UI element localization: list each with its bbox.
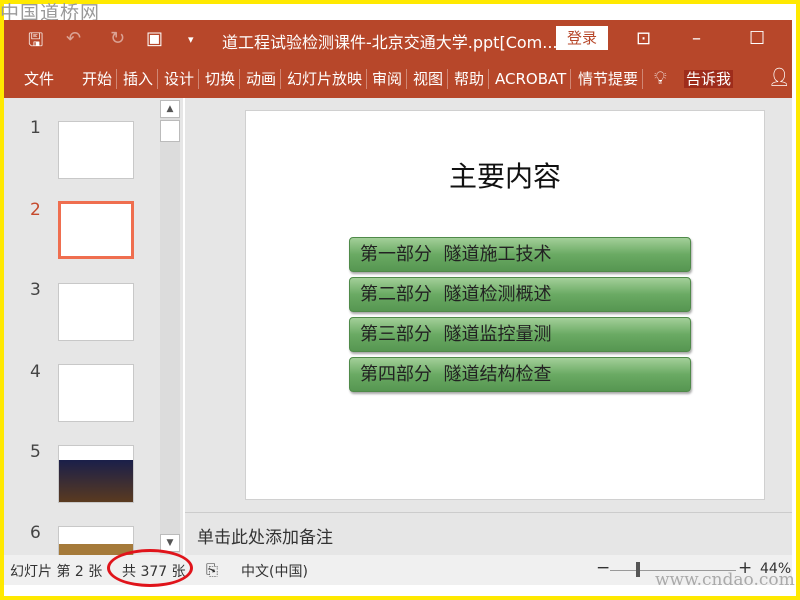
slide-indicator: 幻灯片 第 2 张 bbox=[10, 564, 103, 580]
save-icon[interactable]: 🖫 bbox=[28, 28, 43, 58]
highlight-circle bbox=[107, 549, 193, 587]
slide-thumbnail-1[interactable] bbox=[58, 121, 134, 179]
slide-number: 3 bbox=[30, 280, 41, 300]
share-user-icon[interactable]: 👤︎ bbox=[768, 67, 791, 88]
tell-me-button[interactable]: 告诉我 bbox=[684, 70, 734, 88]
ribbon-display-icon[interactable]: ⊡ bbox=[636, 28, 651, 49]
zoom-slider-thumb[interactable] bbox=[636, 562, 640, 577]
undo-icon[interactable]: ↶ bbox=[66, 28, 81, 49]
redo-icon[interactable]: ↻ bbox=[110, 28, 125, 49]
content-item[interactable]: 第二部分 隧道检测概述 bbox=[349, 277, 691, 312]
tab-view[interactable]: 视图 bbox=[409, 69, 449, 89]
customize-qat-icon[interactable]: ▾ bbox=[188, 33, 194, 46]
content-item[interactable]: 第四部分 隧道结构检查 bbox=[349, 357, 691, 392]
tab-slideshow[interactable]: 幻灯片放映 bbox=[283, 69, 368, 89]
tab-transitions[interactable]: 切换 bbox=[201, 69, 241, 89]
content-item[interactable]: 第三部分 隧道监控量测 bbox=[349, 317, 691, 352]
tab-home[interactable]: 开始 bbox=[78, 69, 118, 89]
title-bar: 🖫 ↶ ↻ ▣ ▾ 道工程试验检测课件-北京交通大学.ppt[Com... 登录… bbox=[4, 20, 792, 60]
tab-insert[interactable]: 插入 bbox=[119, 69, 159, 89]
slide-thumbnail-3[interactable] bbox=[58, 283, 134, 341]
current-slide[interactable]: 主要内容 第一部分 隧道施工技术 第二部分 隧道检测概述 第三部分 隧道监控量测… bbox=[245, 110, 765, 500]
slide-number: 2 bbox=[30, 200, 41, 220]
notes-input[interactable]: 单击此处添加备注 bbox=[185, 512, 792, 555]
slide-editor: 主要内容 第一部分 隧道施工技术 第二部分 隧道检测概述 第三部分 隧道监控量测… bbox=[185, 98, 792, 512]
ribbon-tabs: 文件 开始 插入 设计 切换 动画 幻灯片放映 审阅 视图 帮助 ACROBAT… bbox=[4, 60, 792, 98]
zoom-out-button[interactable]: − bbox=[596, 558, 610, 578]
minimize-icon[interactable]: – bbox=[692, 28, 701, 49]
scroll-thumb[interactable] bbox=[160, 120, 180, 142]
watermark: www.cndao.com bbox=[655, 570, 795, 590]
tab-file[interactable]: 文件 bbox=[20, 69, 58, 89]
window-title: 道工程试验检测课件-北京交通大学.ppt[Com... bbox=[222, 33, 558, 52]
slide-number: 1 bbox=[30, 118, 41, 138]
slide-title: 主要内容 bbox=[448, 160, 561, 193]
tab-design[interactable]: 设计 bbox=[160, 69, 200, 89]
slide-thumbnail-4[interactable] bbox=[58, 364, 134, 422]
thumbnail-pane: 1 2 3 4 5 6 ▲ ▼ bbox=[4, 98, 183, 584]
tab-acrobat[interactable]: ACROBAT bbox=[491, 69, 572, 89]
content-item[interactable]: 第一部分 隧道施工技术 bbox=[349, 237, 691, 272]
tab-storyboard[interactable]: 情节提要 bbox=[574, 69, 644, 89]
login-button[interactable]: 登录 bbox=[556, 26, 608, 50]
slide-thumbnail-2[interactable] bbox=[58, 201, 134, 259]
tab-animations[interactable]: 动画 bbox=[242, 69, 282, 89]
slide-thumbnail-5[interactable] bbox=[58, 445, 134, 503]
slideshow-icon[interactable]: ▣ bbox=[146, 28, 163, 49]
slide-number: 4 bbox=[30, 362, 41, 382]
lightbulb-icon: 💡︎ bbox=[654, 68, 667, 89]
slide-number: 6 bbox=[30, 523, 41, 543]
tab-review[interactable]: 审阅 bbox=[368, 69, 408, 89]
thumbnail-scrollbar[interactable]: ▲ ▼ bbox=[160, 100, 180, 555]
maximize-icon[interactable]: ☐ bbox=[749, 28, 765, 49]
scroll-up-icon[interactable]: ▲ bbox=[160, 100, 180, 118]
slide-number: 5 bbox=[30, 442, 41, 462]
spellcheck-icon[interactable]: ⎘ bbox=[206, 561, 218, 579]
language[interactable]: 中文(中国) bbox=[241, 561, 308, 581]
tab-help[interactable]: 帮助 bbox=[450, 69, 490, 89]
